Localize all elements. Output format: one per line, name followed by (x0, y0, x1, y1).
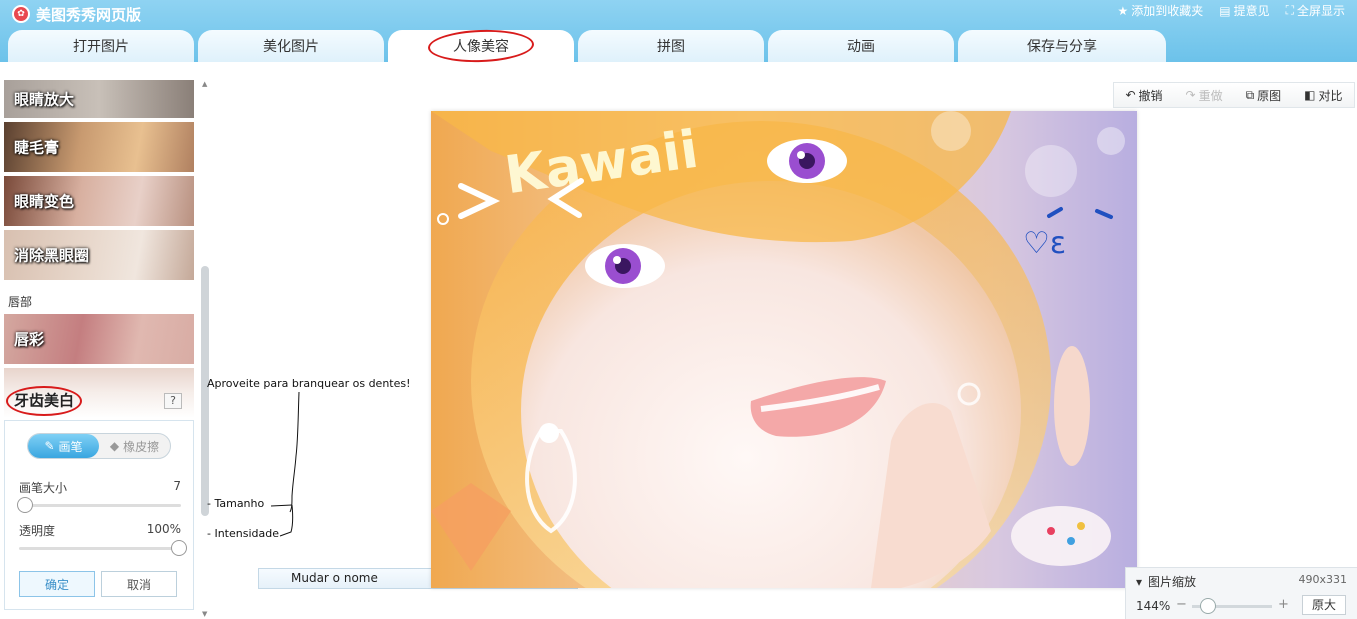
brush-mode-toggle: ✎ 画笔 ◆ 橡皮擦 (27, 433, 171, 459)
tab-open-image[interactable]: 打开图片 (8, 30, 194, 62)
edit-toolbar: ↶ 撤销 ↷ 重做 ⧉ 原图 ◧ 对比 (1113, 82, 1355, 108)
app-window: ✿ 美图秀秀网页版 ★ 添加到收藏夹 ▤ 提意见 ⛶ 全屏显示 打开图片 美化图… (0, 0, 1357, 619)
add-favorite-label: 添加到收藏夹 (1131, 4, 1204, 18)
zoom-slider[interactable] (1192, 598, 1272, 614)
app-title: ✿ 美图秀秀网页版 (12, 4, 141, 24)
zoom-panel-header[interactable]: ▾ 图片缩放 (1136, 573, 1196, 590)
photo-canvas[interactable]: Kawaii ♡ε (431, 111, 1137, 588)
effect-eye-enlarge-label: 眼睛放大 (14, 90, 75, 109)
tab-beautify[interactable]: 美化图片 (198, 30, 384, 62)
original-button[interactable]: ⧉ 原图 (1246, 87, 1282, 104)
effect-dark-circle-label: 消除黑眼圈 (14, 246, 90, 265)
opacity-control: 透明度 100% (19, 522, 187, 556)
brush-button[interactable]: ✎ 画笔 (28, 434, 99, 458)
size-note-text: - Tamanho (207, 497, 265, 510)
brush-size-label: 画笔大小 (19, 481, 68, 495)
fullscreen-button[interactable]: ⛶ 全屏显示 (1286, 2, 1345, 19)
opacity-label: 透明度 (19, 524, 56, 538)
app-title-text: 美图秀秀网页版 (36, 5, 142, 24)
undo-icon: ↶ (1125, 88, 1136, 102)
redo-label: 重做 (1198, 88, 1223, 103)
help-button[interactable]: ? (164, 393, 182, 409)
effect-dark-circle[interactable]: 消除黑眼圈 (4, 230, 194, 280)
effect-eye-enlarge[interactable]: 眼睛放大 (4, 80, 194, 118)
section-lips-heading: 唇部 (8, 295, 33, 309)
original-size-button[interactable]: 原大 (1302, 595, 1346, 615)
eraser-icon: ◆ (109, 439, 120, 453)
original-icon: ⧉ (1245, 87, 1255, 102)
top-bar: ✿ 美图秀秀网页版 ★ 添加到收藏夹 ▤ 提意见 ⛶ 全屏显示 打开图片 美化图… (0, 0, 1357, 64)
intensity-note-text: - Intensidade (207, 527, 279, 540)
zoom-title-label: 图片缩放 (1148, 575, 1197, 589)
effect-lip-color-label: 唇彩 (14, 330, 45, 349)
opacity-value: 100% (146, 522, 181, 536)
annotation-bracket (270, 391, 300, 537)
fullscreen-icon: ⛶ (1285, 3, 1294, 17)
tab-animation-label: 动画 (847, 39, 875, 55)
teeth-note-text: Aproveite para branquear os dentes! (207, 377, 411, 390)
tab-collage-label: 拼图 (657, 39, 685, 55)
main-tabs: 打开图片 美化图片 人像美容 拼图 动画 保存与分享 (8, 28, 1170, 64)
tab-open-image-label: 打开图片 (73, 39, 129, 55)
red-circle-annotation (6, 386, 82, 416)
effects-panel: 眼睛放大 睫毛膏 眼睛变色 消除黑眼圈 唇部 唇彩 牙齿美白 ? ✎ 画笔 ◆ … (0, 78, 200, 619)
collapse-icon: ▾ (1136, 574, 1143, 589)
star-icon: ★ (1117, 3, 1129, 18)
zoom-out-button[interactable]: − (1176, 597, 1187, 612)
eraser-label: 橡皮擦 (123, 439, 160, 454)
scroll-up-icon[interactable]: ▲ (202, 80, 207, 88)
tab-save-share-label: 保存与分享 (1027, 39, 1097, 55)
fullscreen-label: 全屏显示 (1296, 4, 1345, 18)
red-circle-annotation (427, 28, 535, 64)
portrait-photo: Kawaii ♡ε (431, 111, 1137, 588)
compare-label: 对比 (1318, 88, 1343, 103)
brush-label: 画笔 (58, 439, 83, 454)
redo-button[interactable]: ↷ 重做 (1186, 87, 1223, 104)
tab-animation[interactable]: 动画 (768, 30, 954, 62)
scroll-down-icon[interactable]: ▼ (202, 610, 207, 618)
teeth-tool-box: ✎ 画笔 ◆ 橡皮擦 画笔大小 7 透明度 100% 确定 取消 (4, 420, 194, 610)
compare-button[interactable]: ◧ 对比 (1304, 87, 1342, 104)
zoom-in-button[interactable]: + (1278, 597, 1289, 612)
brush-size-control: 画笔大小 7 (17, 479, 181, 513)
effect-eye-color-label: 眼睛变色 (14, 192, 75, 211)
effect-lip-color[interactable]: 唇彩 (4, 314, 194, 364)
undo-button[interactable]: ↶ 撤销 (1125, 87, 1162, 104)
brush-size-value: 7 (173, 479, 181, 493)
brush-icon: ✎ (44, 439, 55, 453)
app-logo-icon: ✿ (12, 5, 30, 23)
undo-label: 撤销 (1138, 88, 1163, 103)
tab-beautify-label: 美化图片 (263, 39, 319, 55)
top-actions: ★ 添加到收藏夹 ▤ 提意见 ⛶ 全屏显示 (1117, 2, 1345, 19)
zoom-value: 144% (1136, 599, 1171, 613)
brush-size-knob[interactable] (17, 497, 33, 513)
add-favorite-button[interactable]: ★ 添加到收藏夹 (1117, 2, 1203, 19)
brush-size-slider[interactable] (17, 497, 181, 513)
effect-mascara[interactable]: 睫毛膏 (4, 122, 194, 172)
original-label: 原图 (1257, 88, 1282, 103)
confirm-button[interactable]: 确定 (19, 571, 95, 597)
image-dimensions: 490x331 (1298, 573, 1347, 586)
effect-eye-color[interactable]: 眼睛变色 (4, 176, 194, 226)
redo-icon: ↷ (1185, 88, 1196, 102)
tab-portrait[interactable]: 人像美容 (388, 28, 574, 64)
cancel-button[interactable]: 取消 (101, 571, 177, 597)
feedback-button[interactable]: ▤ 提意见 (1219, 2, 1269, 19)
feedback-label: 提意见 (1233, 4, 1270, 18)
zoom-panel: ▾ 图片缩放 490x331 144% − + 原大 (1125, 567, 1357, 619)
effect-mascara-label: 睫毛膏 (14, 138, 60, 157)
eraser-button[interactable]: ◆ 橡皮擦 (99, 434, 170, 458)
heart-doodle-text: ♡ε (1023, 226, 1066, 261)
opacity-slider[interactable] (19, 540, 187, 556)
compare-icon: ◧ (1304, 88, 1316, 102)
tab-collage[interactable]: 拼图 (578, 30, 764, 62)
comment-icon: ▤ (1219, 3, 1231, 18)
tab-save-share[interactable]: 保存与分享 (958, 30, 1166, 62)
zoom-slider-knob[interactable] (1200, 598, 1216, 614)
opacity-knob[interactable] (171, 540, 187, 556)
